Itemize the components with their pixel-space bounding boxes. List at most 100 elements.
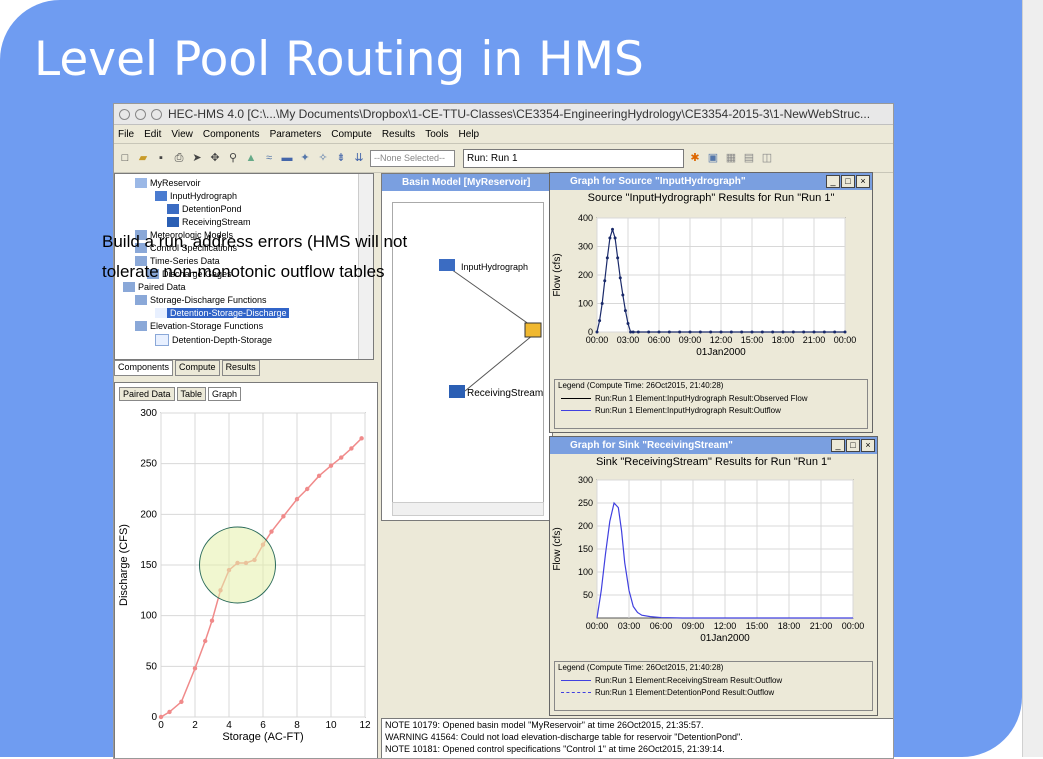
maximize-icon[interactable]: □ [846,439,860,452]
time-series-icon[interactable]: ◫ [760,151,774,165]
basin-model-icon [135,178,147,188]
data-point [158,714,164,720]
tree-item-inputhydrograph[interactable]: InputHydrograph [155,191,237,201]
element-selector[interactable]: --None Selected-- [370,149,455,167]
basin-node-stream[interactable]: ReceivingStream [467,388,543,399]
menu-help[interactable]: Help [459,129,480,140]
basin-hscrollbar[interactable] [392,502,544,516]
reach-tool-icon[interactable]: ≈ [262,151,276,165]
reach-link-lower [464,334,534,392]
data-point [833,330,837,334]
data-point [595,330,599,334]
minimize-window-icon[interactable] [135,108,146,120]
data-point [598,319,602,323]
menu-results[interactable]: Results [382,129,415,140]
data-point [192,666,198,671]
data-point [339,455,344,460]
y-tick-label: 300 [140,408,157,419]
x-tick-label: 0 [158,720,164,731]
tree-item-receivingstream[interactable]: ReceivingStream [167,217,251,227]
inputhydrograph-node-icon[interactable] [439,259,455,271]
diversion-tool-icon[interactable]: ✧ [316,151,330,165]
tab-results[interactable]: Results [221,360,260,376]
y-tick-label: 100 [578,567,593,577]
menu-view[interactable]: View [171,129,193,140]
menu-file[interactable]: File [118,129,134,140]
legend-swatch [561,410,591,411]
data-point [636,330,640,334]
tab-compute[interactable]: Compute [175,360,220,376]
tab-table[interactable]: Table [176,387,207,401]
maximize-icon[interactable]: □ [841,175,855,188]
tab-components[interactable]: Components [114,360,174,376]
reservoir-icon [167,204,179,214]
log-line-2: WARNING 41564: Could not load elevation-… [385,732,743,742]
window-titlebar: HEC-HMS 4.0 [C:\...\My Documents\Dropbox… [114,104,893,125]
x-tick-label: 03:00 [617,335,640,345]
tree-item-storage-discharge-functions[interactable]: Storage-Discharge Functions [135,295,267,305]
pan-tool-icon[interactable]: ✥ [208,151,222,165]
pointer-tool-icon[interactable]: ➤ [190,151,204,165]
table-icon[interactable]: ▤ [742,151,756,165]
menu-tools[interactable]: Tools [425,129,448,140]
source-tool-icon[interactable]: ⇟ [334,151,348,165]
x-tick-label: 09:00 [679,335,702,345]
tree-item-detention-depth-storage[interactable]: Detention-Depth-Storage [155,334,272,346]
new-file-icon[interactable]: □ [118,151,132,165]
junction-tool-icon[interactable]: ✦ [298,151,312,165]
zoom-window-icon[interactable] [151,108,162,120]
sink-legend-title: Legend (Compute Time: 26Oct2015, 21:40:2… [558,663,724,672]
tree-item-elevation-storage-functions[interactable]: Elevation-Storage Functions [135,321,263,331]
receivingstream-node-icon[interactable] [449,385,465,398]
save-icon[interactable]: ▪ [154,151,168,165]
tab-paired-data[interactable]: Paired Data [119,387,175,401]
tree-item-myreservoir[interactable]: MyReservoir [135,178,201,188]
x-tick-label: 03:00 [618,621,641,631]
close-icon[interactable]: × [856,175,870,188]
tab-graph[interactable]: Graph [208,387,242,401]
x-tick-label: 12:00 [714,621,737,631]
minimize-icon[interactable]: _ [826,175,840,188]
legend-item: Run:Run 1 Element:DetentionPond Result:O… [555,688,872,697]
tree-item-paired-data[interactable]: Paired Data [123,282,186,292]
basin-model-window: Basin Model [MyReservoir] InputHydrograp… [381,173,553,521]
menu-components[interactable]: Components [203,129,260,140]
sink-tool-icon[interactable]: ⇊ [352,151,366,165]
detentionpond-node-icon[interactable] [524,322,542,338]
global-summary-icon[interactable]: ▣ [706,151,720,165]
graph-icon[interactable]: ▦ [724,151,738,165]
menu-edit[interactable]: Edit [144,129,161,140]
close-window-icon[interactable] [119,108,130,120]
x-tick-label: 06:00 [648,335,671,345]
annotation-line-2: tolerate non-monotonic outflow tables [102,262,385,281]
zoom-tool-icon[interactable]: ⚲ [226,151,240,165]
y-tick-label: 50 [583,590,593,600]
x-tick-label: 18:00 [772,335,795,345]
compute-run-icon[interactable]: ✱ [688,151,702,165]
open-folder-icon[interactable]: ▰ [136,151,150,165]
paired-data-icon [155,334,169,346]
menu-compute[interactable]: Compute [331,129,372,140]
data-point [281,514,286,519]
minimize-icon[interactable]: _ [831,439,845,452]
data-point [709,330,713,334]
menu-parameters[interactable]: Parameters [270,129,322,140]
data-point [600,302,604,305]
data-point [667,330,671,334]
reservoir-tool-icon[interactable]: ▬ [280,151,294,165]
x-axis-label: 01Jan2000 [696,347,746,358]
tree-item-detentionpond[interactable]: DetentionPond [167,204,242,214]
data-point [822,330,826,334]
basin-node-input[interactable]: InputHydrograph [461,262,528,272]
close-icon[interactable]: × [861,439,875,452]
y-tick-label: 100 [578,299,593,309]
data-point [359,436,364,441]
tree-item-detention-storage-discharge[interactable]: Detention-Storage-Discharge [155,308,289,318]
y-tick-label: 250 [578,498,593,508]
print-icon[interactable]: ⎙ [172,151,186,165]
source-graph-window: Graph for Source "InputHydrograph" _ □ ×… [549,172,873,433]
run-selector[interactable]: Run: Run 1 [463,148,684,168]
data-point [812,330,816,334]
subbasin-tool-icon[interactable]: ▲ [244,151,258,165]
y-tick-label: 150 [140,560,157,571]
